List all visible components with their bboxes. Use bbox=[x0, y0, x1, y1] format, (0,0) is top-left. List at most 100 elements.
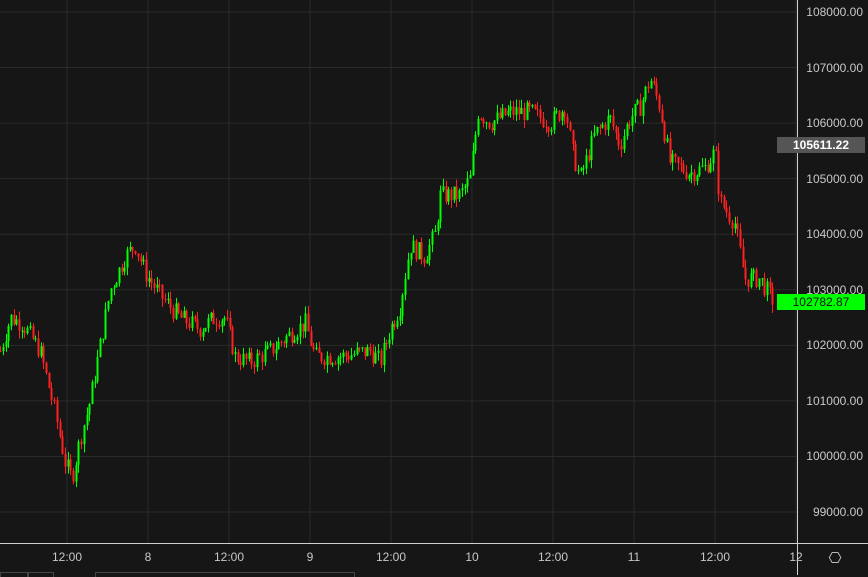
candle-body bbox=[671, 153, 674, 163]
y-tick-label: 106000.00 bbox=[806, 116, 863, 131]
candle-body bbox=[99, 338, 102, 358]
candle-body bbox=[177, 303, 180, 313]
candle-body bbox=[345, 352, 348, 357]
candle-body bbox=[420, 242, 423, 260]
candle-body bbox=[766, 281, 769, 296]
candle-body bbox=[617, 132, 620, 146]
candle-body bbox=[744, 267, 747, 280]
candle-body bbox=[685, 172, 688, 179]
candle-body bbox=[515, 107, 518, 115]
candle-body bbox=[34, 338, 37, 340]
candle-body bbox=[337, 358, 340, 364]
candle-body bbox=[374, 352, 377, 364]
x-tick-label: 10 bbox=[465, 550, 479, 564]
candle-body bbox=[728, 212, 731, 223]
candle-body bbox=[245, 353, 248, 359]
candle-body bbox=[644, 86, 647, 100]
candle-body bbox=[326, 355, 329, 366]
candle-body bbox=[2, 346, 5, 352]
candle-body bbox=[582, 168, 585, 170]
candle-body bbox=[293, 340, 296, 343]
candle-body bbox=[609, 115, 612, 117]
candle-body bbox=[315, 347, 318, 350]
x-tick-label: 12:00 bbox=[699, 550, 731, 564]
candle-body bbox=[331, 363, 334, 365]
candle-body bbox=[566, 116, 569, 123]
candle-body bbox=[455, 186, 458, 199]
candle-body bbox=[472, 150, 475, 176]
candle-body bbox=[329, 355, 332, 365]
candle-body bbox=[188, 323, 191, 328]
candle-body bbox=[547, 127, 550, 132]
candle-body bbox=[474, 134, 477, 151]
candle-body bbox=[299, 323, 302, 337]
candle-body bbox=[231, 327, 234, 355]
candle-body bbox=[526, 102, 529, 120]
candle-body bbox=[410, 252, 413, 260]
candle-body bbox=[221, 320, 224, 327]
candle-body bbox=[642, 99, 645, 116]
candle-body bbox=[658, 95, 661, 110]
candle-body bbox=[32, 326, 35, 339]
y-tick-label: 102000.00 bbox=[806, 338, 863, 353]
candle-body bbox=[720, 194, 723, 197]
candle-body bbox=[134, 251, 137, 254]
gear-icon[interactable]: ⎔ bbox=[826, 549, 844, 567]
candle-body bbox=[580, 168, 583, 171]
candle-body bbox=[501, 108, 504, 118]
candle-body bbox=[588, 155, 591, 161]
candle-body bbox=[404, 278, 407, 296]
candle-body bbox=[590, 135, 593, 161]
candle-body bbox=[734, 223, 737, 229]
candle-body bbox=[415, 240, 418, 260]
candle-body bbox=[693, 172, 696, 182]
candle-body bbox=[145, 259, 148, 282]
candle-body bbox=[450, 189, 453, 201]
candle-body bbox=[180, 312, 183, 318]
candle-body bbox=[256, 353, 259, 368]
candle-body bbox=[666, 138, 669, 142]
candle-body bbox=[121, 267, 124, 272]
candle-body bbox=[226, 317, 229, 319]
candle-body bbox=[118, 267, 121, 284]
candle-body bbox=[599, 127, 602, 129]
candle-body bbox=[110, 288, 113, 302]
candle-body bbox=[461, 188, 464, 191]
candle-body bbox=[704, 165, 707, 167]
candle-body bbox=[428, 244, 431, 260]
candle-body bbox=[482, 119, 485, 124]
candle-body bbox=[0, 350, 2, 352]
candle-body bbox=[445, 186, 448, 202]
candle-body bbox=[91, 382, 94, 405]
candle-body bbox=[758, 278, 761, 288]
candle-body bbox=[545, 126, 548, 128]
candle-body bbox=[296, 336, 299, 341]
y-tick-label: 105000.00 bbox=[806, 171, 863, 186]
candle-body bbox=[504, 108, 507, 116]
candle-body bbox=[650, 80, 653, 89]
candle-body bbox=[615, 126, 618, 133]
candle-body bbox=[542, 118, 545, 127]
candle-body bbox=[701, 165, 704, 167]
candle-body bbox=[663, 122, 666, 142]
y-tick-label: 108000.00 bbox=[806, 5, 863, 19]
candle-body bbox=[161, 284, 164, 299]
candle-body bbox=[431, 231, 434, 245]
candle-body bbox=[677, 156, 680, 164]
candle-body bbox=[723, 196, 726, 208]
candle-body bbox=[69, 459, 72, 471]
candle-body bbox=[712, 149, 715, 164]
candle-body bbox=[739, 229, 742, 247]
candlestick-chart[interactable] bbox=[0, 0, 868, 575]
candle-body bbox=[385, 342, 388, 344]
candle-body bbox=[572, 130, 575, 145]
candle-body bbox=[485, 122, 488, 124]
y-tick-label: 99000.00 bbox=[812, 505, 863, 519]
candle-body bbox=[45, 362, 48, 373]
candle-body bbox=[717, 150, 720, 195]
candle-body bbox=[518, 107, 521, 115]
candle-body bbox=[623, 136, 626, 150]
candle-body bbox=[680, 163, 683, 165]
candle-body bbox=[639, 100, 642, 116]
x-tick-label: 12:00 bbox=[213, 550, 245, 564]
